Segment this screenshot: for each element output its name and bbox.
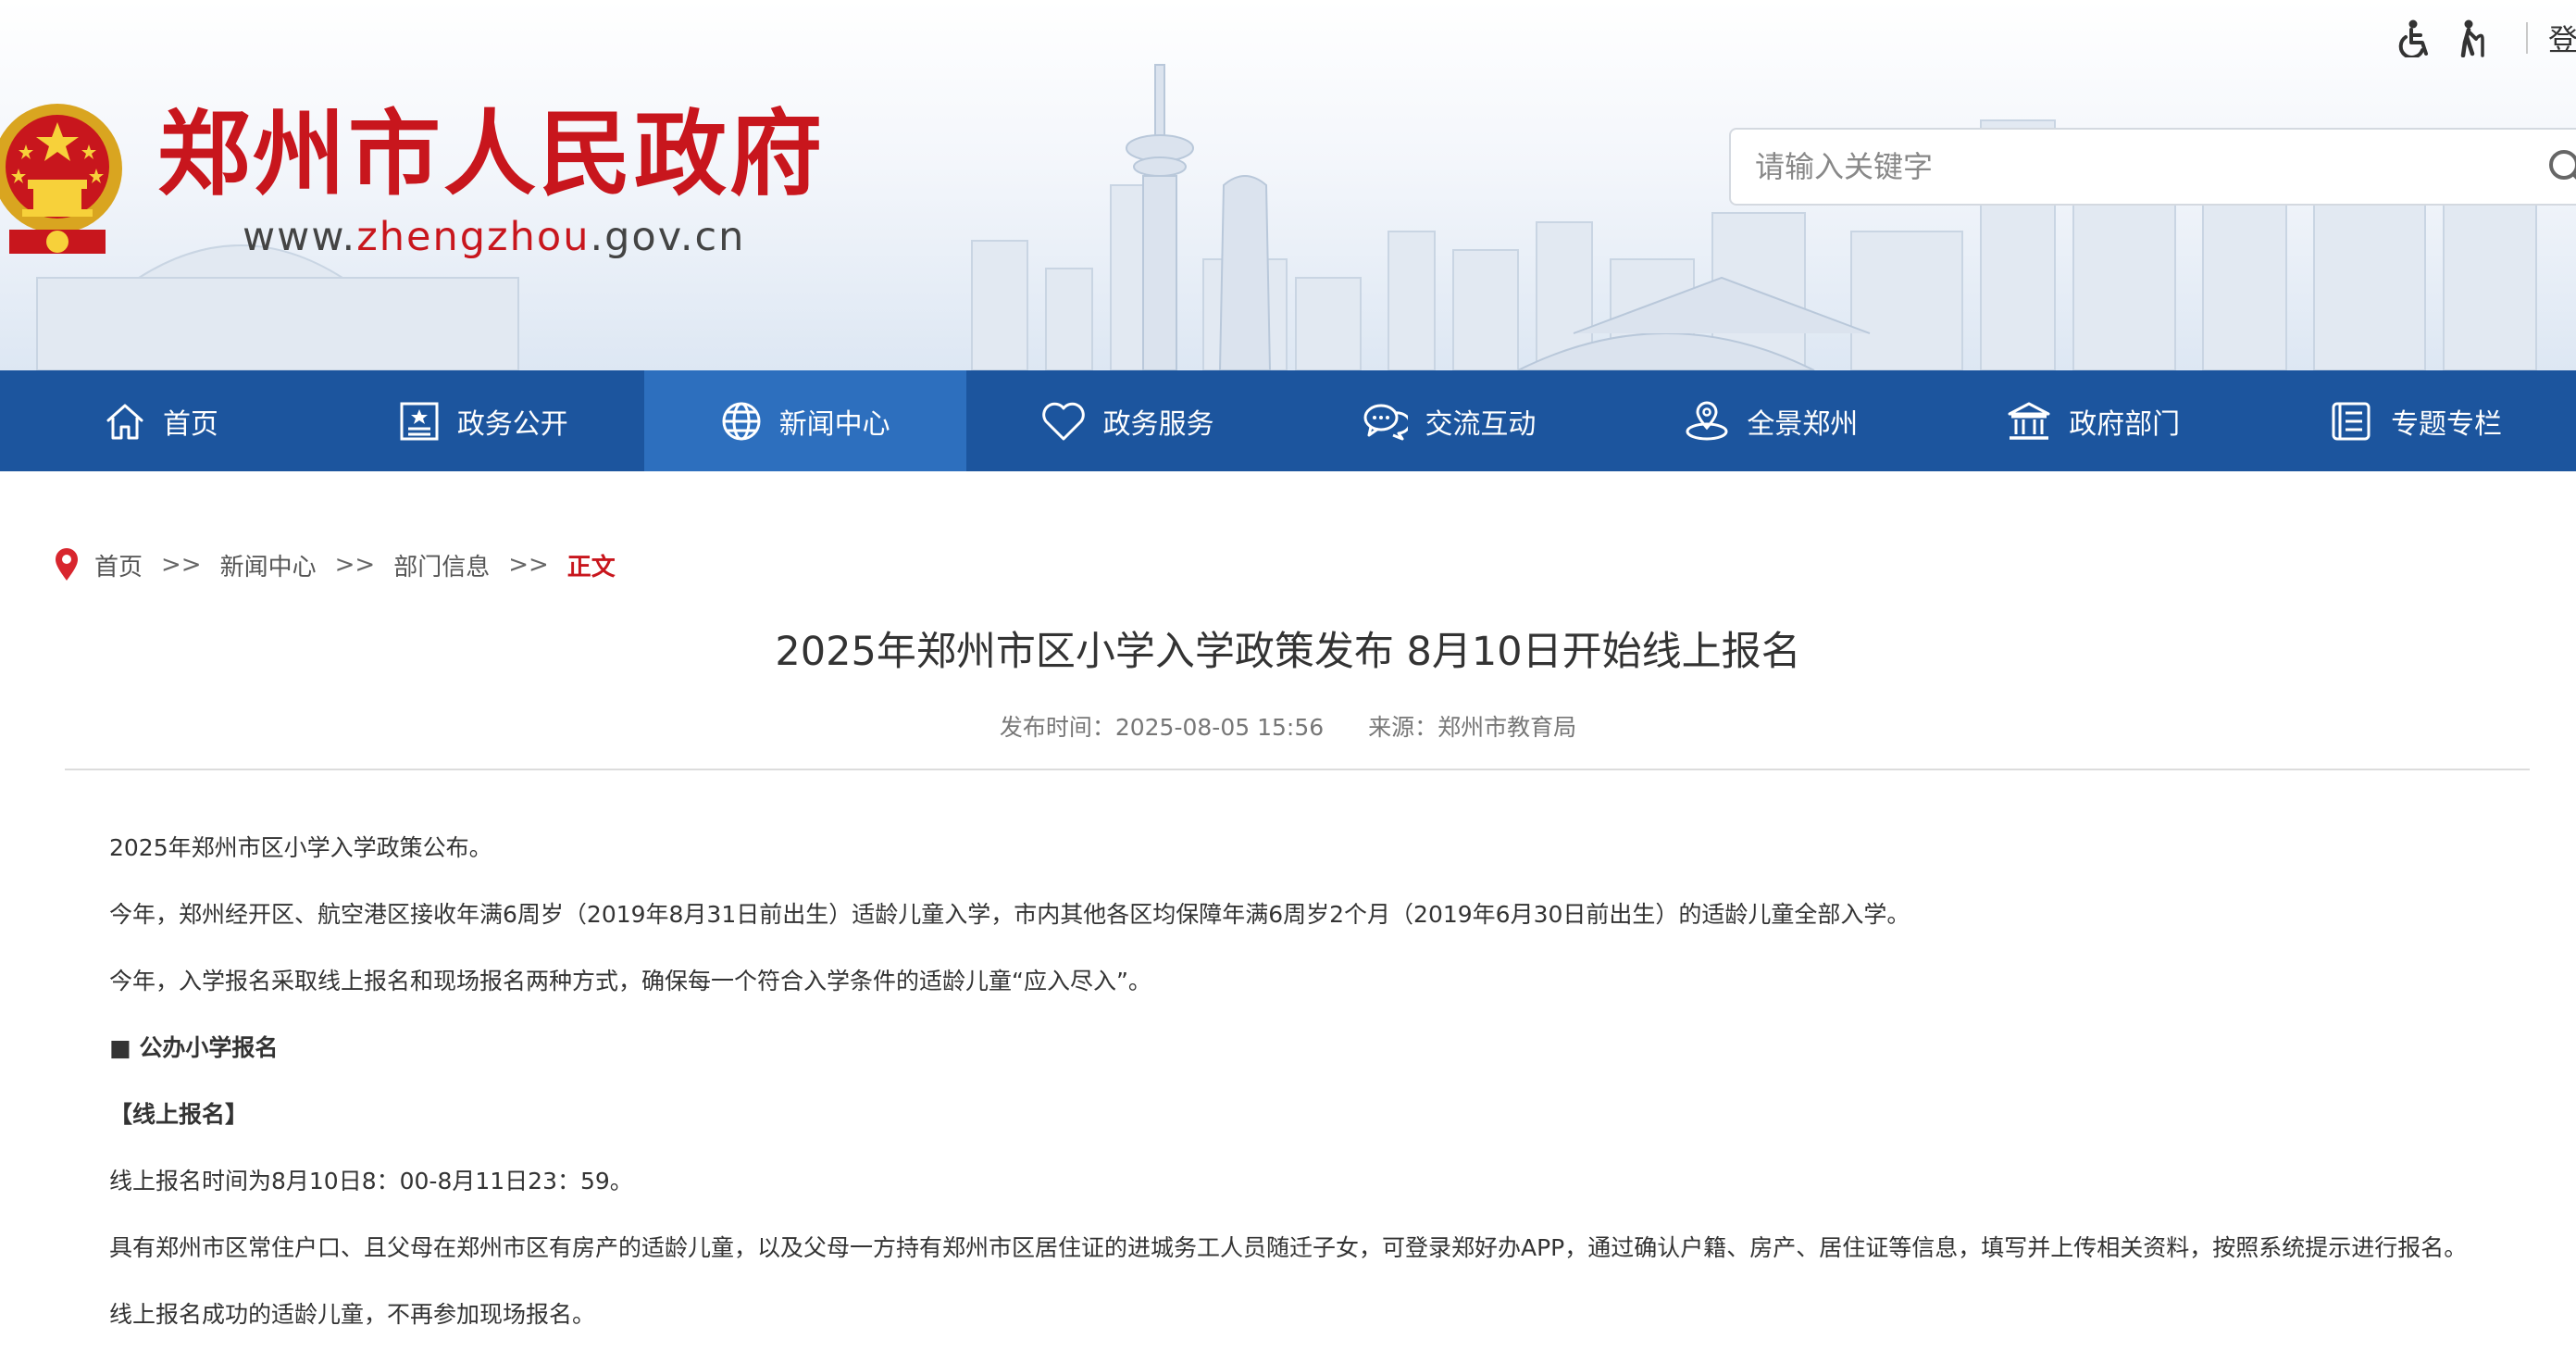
breadcrumb-separator: >> bbox=[161, 551, 202, 579]
breadcrumb-separator: >> bbox=[334, 551, 376, 579]
nav-item-gov-services[interactable]: 政务服务 bbox=[966, 370, 1288, 471]
main-nav: 首页 政务公开 新闻中心 政务服务 交流互动 全景郑州 政府部门 专题专栏 bbox=[0, 370, 2576, 471]
nav-item-label: 政务服务 bbox=[1102, 407, 1214, 441]
subsection-heading: 【线上报名】 bbox=[109, 1101, 249, 1128]
article-title: 2025年郑州市区小学入学政策发布 8月10日开始线上报名 bbox=[775, 629, 1801, 675]
nav-item-label: 首页 bbox=[162, 407, 218, 441]
nav-item-label: 政务公开 bbox=[456, 407, 568, 441]
site-url: www.zhengzhou.gov.cn bbox=[243, 211, 745, 263]
breadcrumb-separator: >> bbox=[508, 551, 549, 579]
site-url-prefix: www. bbox=[243, 214, 357, 260]
article-meta: 发布时间：2025-08-05 15:56 来源：郑州市教育局 bbox=[0, 709, 2576, 746]
nav-item-label: 新闻中心 bbox=[778, 407, 890, 441]
title-divider bbox=[65, 769, 2530, 770]
search-box bbox=[1729, 128, 2576, 206]
nav-item-public-info[interactable]: 政务公开 bbox=[322, 370, 644, 471]
article-paragraph: 具有郑州市区常住户口、且父母在郑州市区有房产的适龄儿童，以及父母一方持有郑州市区… bbox=[109, 1234, 2468, 1261]
breadcrumb-news-center[interactable]: 新闻中心 bbox=[220, 548, 317, 582]
article-paragraph: 线上报名时间为8月10日8：00-8月11日23：59。 bbox=[109, 1168, 633, 1194]
search-input[interactable] bbox=[1755, 143, 2403, 191]
public-info-icon bbox=[400, 402, 439, 440]
article-paragraph: 2025年郑州市区小学入学政策公布。 bbox=[109, 834, 492, 861]
search-icon[interactable] bbox=[2545, 146, 2576, 191]
breadcrumb-home[interactable]: 首页 bbox=[94, 548, 143, 582]
heart-icon bbox=[1041, 402, 1085, 440]
tools-divider bbox=[2526, 22, 2528, 54]
accessibility-icon[interactable] bbox=[2395, 17, 2437, 59]
publish-time: 发布时间：2025-08-05 15:56 bbox=[999, 714, 1325, 741]
home-icon bbox=[106, 404, 143, 439]
topic-icon bbox=[2332, 402, 2371, 440]
article-body: 2025年郑州市区小学入学政策公布。 今年，郑州经开区、航空港区接收年满6周岁（… bbox=[109, 830, 2516, 1363]
article-paragraph: 今年，郑州经开区、航空港区接收年满6周岁（2019年8月31日前出生）适龄儿童入… bbox=[109, 901, 1910, 928]
breadcrumb-current: 正文 bbox=[566, 553, 616, 581]
site-url-suffix: .gov.cn bbox=[590, 214, 746, 260]
nav-item-departments[interactable]: 政府部门 bbox=[1932, 370, 2254, 471]
globe-icon bbox=[722, 402, 761, 440]
login-link[interactable]: 登录 bbox=[2548, 17, 2576, 59]
panorama-icon bbox=[1686, 401, 1728, 440]
nav-item-topics[interactable]: 专题专栏 bbox=[2254, 370, 2576, 471]
nav-item-news-center[interactable]: 新闻中心 bbox=[643, 370, 966, 471]
national-emblem-logo bbox=[0, 104, 122, 254]
nav-item-label: 交流互动 bbox=[1425, 407, 1537, 441]
nav-item-interaction[interactable]: 交流互动 bbox=[1288, 370, 1611, 471]
location-pin-icon bbox=[56, 548, 78, 581]
site-header: 郑州市人民政府 www.zhengzhou.gov.cn 登录 bbox=[0, 0, 2576, 370]
site-title[interactable]: 郑州市人民政府 bbox=[157, 98, 825, 209]
government-building-icon bbox=[2008, 402, 2050, 440]
elderly-mode-icon[interactable] bbox=[2450, 17, 2493, 59]
header-tools: 登录 bbox=[2395, 15, 2576, 61]
site-url-accent: zhengzhou bbox=[356, 214, 591, 260]
article-source: 来源：郑州市教育局 bbox=[1368, 714, 1577, 741]
article-paragraph: 线上报名成功的适龄儿童，不再参加现场报名。 bbox=[109, 1301, 596, 1328]
section-heading: ■ 公办小学报名 bbox=[109, 1034, 279, 1061]
nav-item-label: 专题专栏 bbox=[2391, 407, 2503, 441]
article-paragraph: 今年，入学报名采取线上报名和现场报名两种方式，确保每一个符合入学条件的适龄儿童“… bbox=[109, 968, 1151, 994]
nav-item-panorama[interactable]: 全景郑州 bbox=[1610, 370, 1932, 471]
breadcrumb-dept-info[interactable]: 部门信息 bbox=[393, 548, 490, 582]
nav-item-home[interactable]: 首页 bbox=[0, 370, 322, 471]
chat-icon bbox=[1363, 404, 1409, 440]
breadcrumb: 首页 >> 新闻中心 >> 部门信息 >> 正文 bbox=[54, 544, 616, 585]
nav-item-label: 政府部门 bbox=[2069, 407, 2181, 441]
nav-item-label: 全景郑州 bbox=[1747, 407, 1859, 441]
